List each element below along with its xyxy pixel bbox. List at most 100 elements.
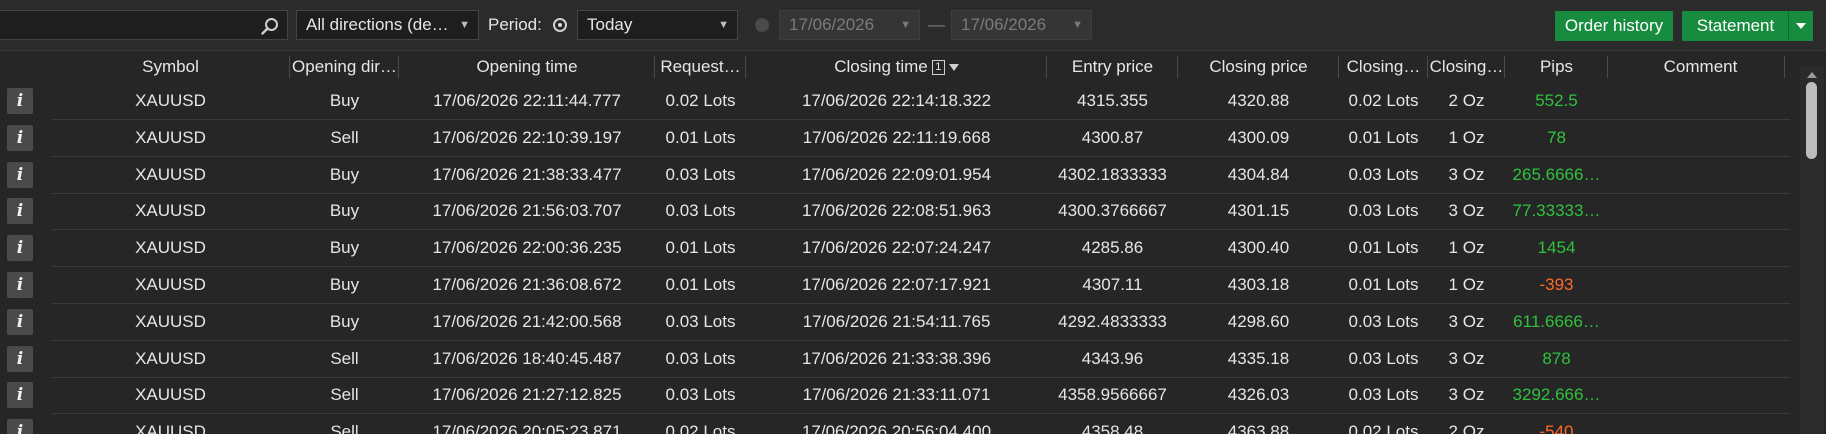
cell-pips: 1454 (1537, 238, 1576, 258)
info-icon[interactable]: i (7, 161, 33, 188)
custom-range-radio[interactable] (755, 18, 769, 32)
table-row[interactable]: i XAUUSD Buy 17/06/2026 21:38:33.477 0.03 Lo… (0, 157, 1790, 194)
info-icon[interactable]: i (7, 235, 33, 262)
cell-closing-oz: 3 Oz (1448, 201, 1485, 221)
info-icon[interactable]: i (7, 345, 33, 372)
cell-closing-lots: 0.03 Lots (1348, 311, 1419, 331)
column-divider[interactable] (1177, 56, 1178, 78)
cell-closing-time: 17/06/2026 21:33:11.071 (802, 385, 991, 405)
cell-requested: 0.01 Lots (665, 127, 736, 147)
cell-symbol: XAUUSD (135, 127, 206, 147)
statement-button[interactable]: Statement (1682, 11, 1813, 41)
cell-closing-lots: 0.03 Lots (1348, 385, 1419, 405)
scroll-up-icon[interactable] (1807, 72, 1817, 78)
col-header-closing-time[interactable]: Closing time 1 (747, 51, 1046, 83)
cell-opening-time: 17/06/2026 21:42:00.568 (432, 311, 622, 331)
cell-opening-direction: Buy (329, 311, 360, 331)
direction-select[interactable]: All directions (de… ▼ (296, 10, 479, 40)
col-header-comment[interactable]: Comment (1609, 51, 1792, 83)
info-icon[interactable]: i (7, 419, 33, 434)
info-icon[interactable]: i (7, 198, 33, 225)
scrollbar-thumb[interactable] (1806, 82, 1817, 159)
date-to-select[interactable]: 17/06/2026 ▼ (951, 10, 1092, 40)
cell-entry-price: 4302.1833333 (1058, 164, 1167, 184)
column-divider[interactable] (1504, 56, 1505, 78)
chevron-down-icon: ▼ (1072, 19, 1083, 31)
cell-entry-price: 4358.9566667 (1058, 385, 1167, 405)
period-preset-radio[interactable] (553, 18, 567, 32)
order-history-button[interactable]: Order history (1555, 11, 1673, 41)
table-row[interactable]: i XAUUSD Sell 17/06/2026 21:27:12.825 0.03 L… (0, 377, 1790, 415)
table-row[interactable]: i XAUUSD Sell 17/06/2026 18:40:45.487 0.03 L… (0, 341, 1790, 378)
cell-entry-price: 4358.48 (1081, 422, 1144, 434)
col-header-pips[interactable]: Pips (1506, 51, 1607, 83)
cell-opening-direction: Buy (329, 91, 360, 110)
cell-closing-price: 4300.40 (1227, 238, 1290, 258)
table-row[interactable]: i XAUUSD Buy 17/06/2026 22:11:44.777 0.02 Lo… (0, 83, 1790, 120)
cell-closing-price: 4303.18 (1227, 275, 1290, 294)
cell-opening-time: 17/06/2026 18:40:45.487 (432, 348, 622, 368)
search-input[interactable] (0, 10, 288, 40)
cell-pips: 878 (1542, 348, 1571, 368)
info-icon[interactable]: i (7, 308, 33, 335)
column-divider[interactable] (745, 56, 746, 78)
date-to-value: 17/06/2026 (961, 15, 1047, 34)
period-select[interactable]: Today ▼ (577, 10, 738, 40)
cell-symbol: XAUUSD (135, 91, 206, 110)
table-row[interactable]: i XAUUSD Buy 17/06/2026 21:42:00.568 0.03 Lo… (0, 304, 1790, 341)
col-header-symbol[interactable]: Symbol (52, 51, 289, 83)
column-divider[interactable] (1427, 56, 1428, 78)
cell-symbol: XAUUSD (135, 422, 206, 434)
date-from-select[interactable]: 17/06/2026 ▼ (779, 10, 920, 40)
vertical-scrollbar[interactable] (1800, 66, 1824, 434)
cell-requested: 0.02 Lots (665, 422, 736, 434)
info-icon[interactable]: i (7, 272, 33, 298)
column-divider[interactable] (1338, 56, 1339, 78)
col-header-closing-price[interactable]: Closing price (1179, 51, 1338, 83)
column-divider[interactable] (1784, 56, 1785, 78)
info-icon[interactable]: i (7, 124, 33, 151)
col-header-entry-price[interactable]: Entry price (1048, 51, 1177, 83)
col-header-opening-time[interactable]: Opening time (400, 51, 654, 83)
col-header-opening-direction[interactable]: Opening dir… (291, 51, 398, 83)
search-icon[interactable] (261, 17, 279, 35)
cell-requested: 0.03 Lots (665, 311, 736, 331)
sort-desc-icon (948, 64, 959, 71)
cell-closing-oz: 1 Oz (1448, 275, 1485, 294)
info-icon[interactable]: i (7, 88, 33, 114)
column-divider[interactable] (289, 56, 290, 78)
cell-requested: 0.03 Lots (665, 201, 736, 221)
cell-opening-time: 17/06/2026 21:27:12.825 (432, 385, 622, 405)
table-row[interactable]: i XAUUSD Buy 17/06/2026 22:00:36.235 0.01 Lo… (0, 230, 1790, 268)
column-divider[interactable] (1607, 56, 1608, 78)
cell-closing-lots: 0.01 Lots (1348, 275, 1419, 294)
cell-entry-price: 4300.3766667 (1058, 201, 1167, 221)
cell-closing-oz: 3 Oz (1448, 311, 1485, 331)
column-divider[interactable] (1046, 56, 1047, 78)
col-header-closing-oz[interactable]: Closing… (1429, 51, 1504, 83)
cell-requested: 0.02 Lots (665, 91, 736, 110)
table-row[interactable]: i XAUUSD Buy 17/06/2026 21:36:08.672 0.01 Lo… (0, 267, 1790, 304)
column-divider[interactable] (398, 56, 399, 78)
statement-dropdown-arrow[interactable] (1788, 11, 1813, 41)
table-row[interactable]: i XAUUSD Sell 17/06/2026 22:10:39.197 0.01 L… (0, 120, 1790, 157)
col-header-requested[interactable]: Request… (656, 51, 745, 83)
table-body: i XAUUSD Buy 17/06/2026 22:11:44.777 0.02 Lo… (0, 83, 1800, 434)
column-divider[interactable] (654, 56, 655, 78)
cell-closing-lots: 0.02 Lots (1348, 422, 1419, 434)
cell-closing-time: 17/06/2026 21:54:11.765 (802, 311, 991, 331)
table-row[interactable]: i XAUUSD Buy 17/06/2026 21:56:03.707 0.03 Lo… (0, 193, 1790, 231)
table-row[interactable]: i XAUUSD Sell 17/06/2026 20:05:23.871 0.02 L… (0, 414, 1790, 434)
cell-closing-time: 17/06/2026 22:07:24.247 (801, 238, 992, 258)
cell-closing-lots: 0.03 Lots (1348, 201, 1419, 221)
period-label: Period: (488, 15, 542, 34)
cell-closing-time: 17/06/2026 22:14:18.322 (801, 91, 992, 110)
cell-opening-time: 17/06/2026 21:38:33.477 (432, 164, 622, 184)
cell-symbol: XAUUSD (135, 385, 206, 405)
cell-opening-direction: Sell (330, 348, 359, 368)
info-icon[interactable]: i (7, 382, 33, 409)
cell-pips: -393 (1539, 275, 1574, 294)
cell-closing-price: 4300.09 (1227, 127, 1290, 147)
cell-closing-oz: 3 Oz (1448, 164, 1485, 184)
col-header-closing-lots[interactable]: Closing… (1340, 51, 1427, 83)
